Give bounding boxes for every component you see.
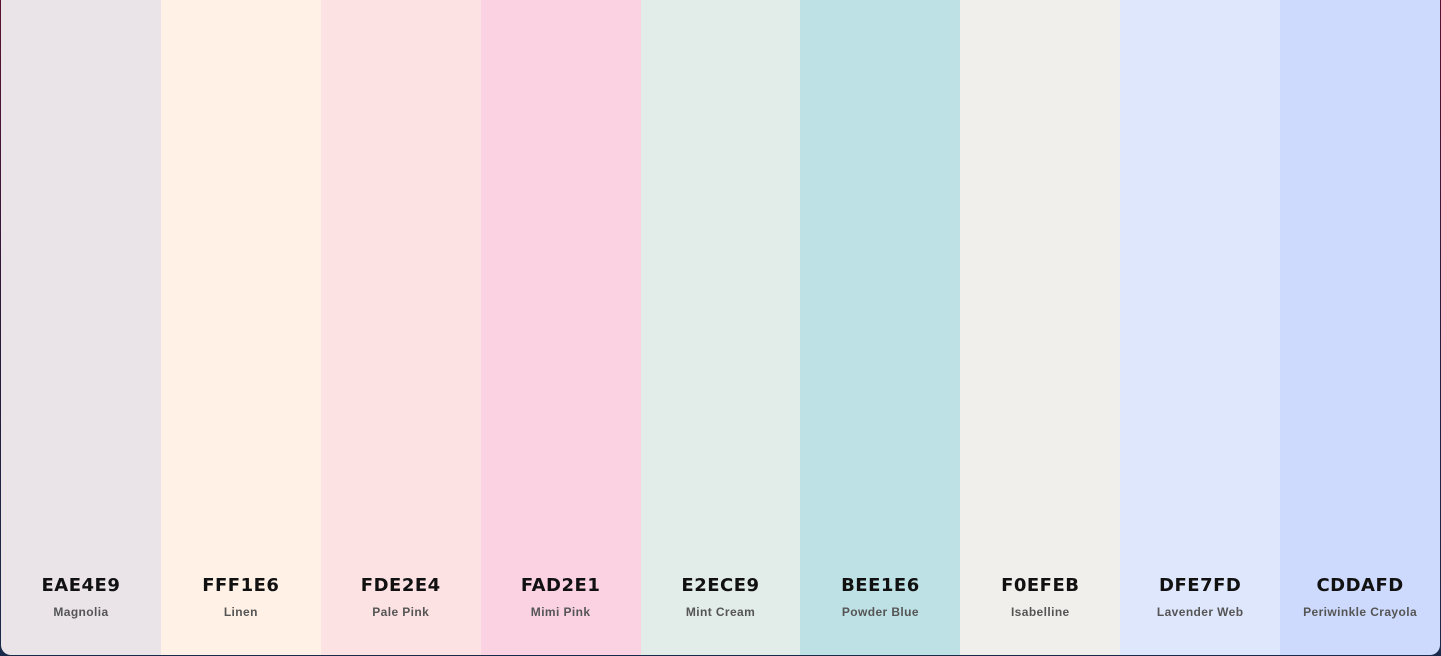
swatch-color-name: Magnolia (53, 605, 109, 619)
swatch-info: FAD2E1 Mimi Pink (481, 574, 641, 620)
swatch-hex-code[interactable]: DFE7FD (1120, 574, 1280, 598)
color-swatch-periwinkle-crayola[interactable]: CDDAFD Periwinkle Crayola (1280, 0, 1440, 655)
color-swatch-magnolia[interactable]: EAE4E9 Magnolia (1, 0, 161, 655)
swatch-info: CDDAFD Periwinkle Crayola (1280, 574, 1440, 620)
swatch-color-name: Lavender Web (1156, 605, 1244, 619)
swatch-color-name: Periwinkle Crayola (1303, 605, 1418, 619)
swatch-color-name: Mimi Pink (530, 605, 591, 619)
swatch-color-name: Linen (223, 605, 258, 619)
swatch-info: E2ECE9 Mint Cream (641, 574, 801, 620)
swatch-hex-code[interactable]: FFF1E6 (161, 574, 321, 598)
swatch-hex-code[interactable]: F0EFEB (960, 574, 1120, 598)
swatch-color-name: Pale Pink (372, 605, 430, 619)
swatch-color-name: Mint Cream (685, 605, 756, 619)
swatch-hex-code[interactable]: FDE2E4 (321, 574, 481, 598)
swatch-hex-code[interactable]: FAD2E1 (481, 574, 641, 598)
swatch-info: FDE2E4 Pale Pink (321, 574, 481, 620)
swatch-info: DFE7FD Lavender Web (1120, 574, 1280, 620)
color-swatch-lavender-web[interactable]: DFE7FD Lavender Web (1120, 0, 1281, 655)
swatch-info: EAE4E9 Magnolia (1, 574, 161, 620)
swatch-color-name: Powder Blue (841, 605, 919, 619)
swatch-hex-code[interactable]: BEE1E6 (800, 574, 960, 598)
color-swatch-isabelline[interactable]: F0EFEB Isabelline (960, 0, 1121, 655)
swatch-hex-code[interactable]: E2ECE9 (641, 574, 801, 598)
swatch-color-name: Isabelline (1010, 605, 1070, 619)
swatch-info: F0EFEB Isabelline (960, 574, 1120, 620)
color-swatch-linen[interactable]: FFF1E6 Linen (160, 0, 321, 655)
swatch-hex-code[interactable]: EAE4E9 (1, 574, 161, 598)
swatch-hex-code[interactable]: CDDAFD (1280, 574, 1440, 598)
color-swatch-mint-cream[interactable]: E2ECE9 Mint Cream (640, 0, 801, 655)
color-palette: EAE4E9 Magnolia FFF1E6 Linen FDE2E4 Pale… (1, 0, 1440, 655)
color-swatch-pale-pink[interactable]: FDE2E4 Pale Pink (320, 0, 481, 655)
swatch-info: FFF1E6 Linen (161, 574, 321, 620)
swatch-info: BEE1E6 Powder Blue (800, 574, 960, 620)
color-swatch-mimi-pink[interactable]: FAD2E1 Mimi Pink (480, 0, 641, 655)
color-swatch-powder-blue[interactable]: BEE1E6 Powder Blue (800, 0, 961, 655)
